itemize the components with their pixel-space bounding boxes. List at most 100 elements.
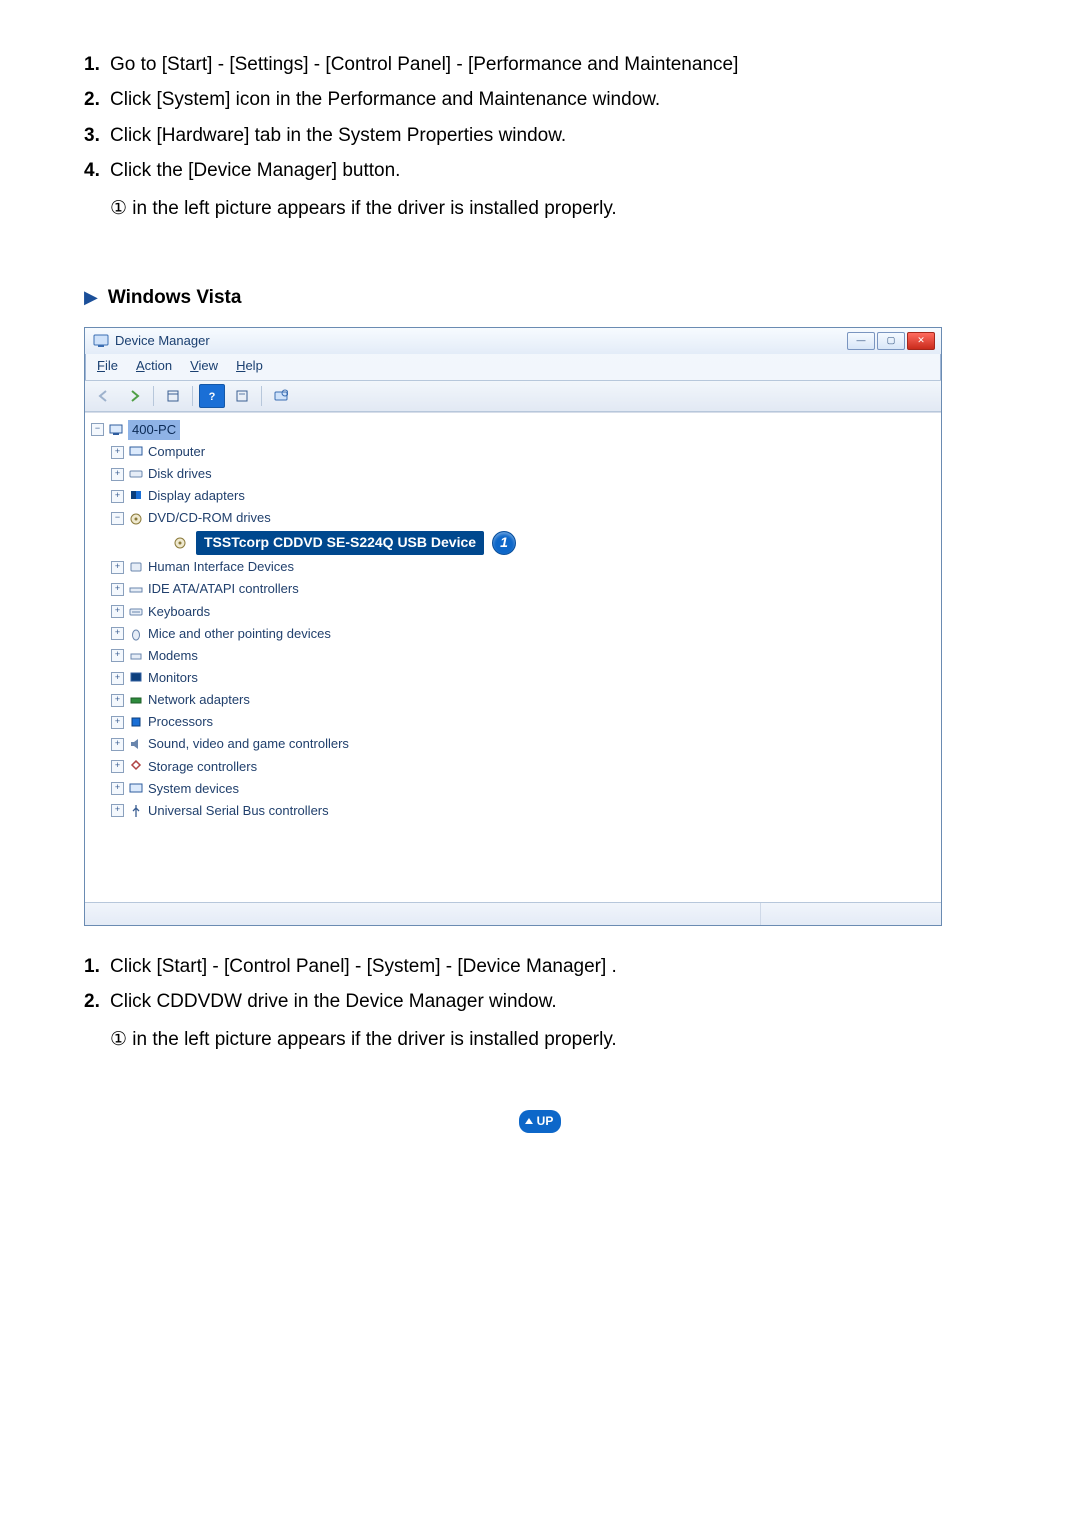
tree-node[interactable]: + Sound, video and game controllers (111, 733, 935, 755)
minimize-button[interactable]: — (847, 332, 875, 350)
expand-icon[interactable]: + (111, 738, 124, 751)
collapse-icon[interactable]: − (111, 512, 124, 525)
expand-icon[interactable]: + (111, 804, 124, 817)
tree-node-label: Storage controllers (148, 757, 257, 777)
maximize-button[interactable]: ▢ (877, 332, 905, 350)
window-title: Device Manager (115, 331, 210, 351)
nav-back-icon[interactable] (91, 384, 117, 408)
expand-icon[interactable]: + (111, 446, 124, 459)
toolbar-help-icon[interactable]: ? (199, 384, 225, 408)
expand-icon[interactable]: + (111, 782, 124, 795)
keyboard-icon (128, 604, 144, 620)
collapse-icon[interactable]: − (91, 423, 104, 436)
system-device-icon (128, 781, 144, 797)
menu-view[interactable]: View (190, 356, 218, 376)
tree-node[interactable]: + Monitors (111, 667, 935, 689)
tree-node-selected[interactable]: TSSTcorp CDDVD SE-S224Q USB Device 1 (151, 530, 935, 557)
tree-node[interactable]: + System devices (111, 778, 935, 800)
step-number: 3. (84, 121, 110, 150)
tree-node[interactable]: + Mice and other pointing devices (111, 623, 935, 645)
tree-node-label: Disk drives (148, 464, 212, 484)
xp-substep: ① in the left picture appears if the dri… (110, 194, 996, 223)
close-button[interactable]: ✕ (907, 332, 935, 350)
tree-node[interactable]: + Network adapters (111, 689, 935, 711)
callout-badge: 1 (492, 531, 516, 555)
xp-steps-list: 1. Go to [Start] - [Settings] - [Control… (84, 50, 996, 186)
app-icon (93, 333, 109, 349)
selected-device-label: TSSTcorp CDDVD SE-S224Q USB Device (196, 531, 484, 556)
expand-icon[interactable]: + (111, 716, 124, 729)
expand-icon[interactable]: + (111, 583, 124, 596)
expand-icon[interactable]: + (111, 468, 124, 481)
tree-node-label: Network adapters (148, 690, 250, 710)
tree-node-label: Computer (148, 442, 205, 462)
section-heading: ▶ Windows Vista (84, 283, 996, 312)
triangle-up-icon (525, 1118, 533, 1124)
tree-node-label: Monitors (148, 668, 198, 688)
tree-node-label: System devices (148, 779, 239, 799)
tree-node[interactable]: + Human Interface Devices (111, 556, 935, 578)
section-title: Windows Vista (108, 283, 242, 312)
step-number: 2. (84, 85, 110, 114)
menu-action[interactable]: Action (136, 356, 172, 376)
disk-icon (128, 466, 144, 482)
step-number: 1. (84, 952, 110, 981)
tree-node-label: Universal Serial Bus controllers (148, 801, 329, 821)
step-number: 1. (84, 50, 110, 79)
tree-node-label: Mice and other pointing devices (148, 624, 331, 644)
tree-node[interactable]: + Display adapters (111, 485, 935, 507)
tree-node[interactable]: + IDE ATA/ATAPI controllers (111, 578, 935, 600)
tree-node-label: Keyboards (148, 602, 210, 622)
step-text: Click CDDVDW drive in the Device Manager… (110, 987, 996, 1016)
ide-icon (128, 582, 144, 598)
menu-file[interactable]: File (97, 356, 118, 376)
display-adapter-icon (128, 488, 144, 504)
toolbar-scan-icon[interactable] (268, 384, 294, 408)
up-button[interactable]: UP (519, 1110, 562, 1133)
sound-icon (128, 736, 144, 752)
expand-icon[interactable]: + (111, 561, 124, 574)
expand-icon[interactable]: + (111, 694, 124, 707)
tree-root[interactable]: − 400-PC (91, 419, 935, 441)
step-text: Click the [Device Manager] button. (110, 156, 996, 185)
toolbar-properties-icon[interactable] (229, 384, 255, 408)
tree-node[interactable]: + Computer (111, 441, 935, 463)
tree-node[interactable]: + Processors (111, 711, 935, 733)
status-bar (85, 902, 941, 925)
tree-node-label: Processors (148, 712, 213, 732)
hid-icon (128, 559, 144, 575)
vista-steps-list: 1. Click [Start] - [Control Panel] - [Sy… (84, 952, 996, 1017)
tree-node[interactable]: + Universal Serial Bus controllers (111, 800, 935, 822)
tree-node[interactable]: + Keyboards (111, 601, 935, 623)
expand-icon[interactable]: + (111, 649, 124, 662)
step-number: 2. (84, 987, 110, 1016)
tree-node[interactable]: + Storage controllers (111, 756, 935, 778)
tree-node-label: Sound, video and game controllers (148, 734, 349, 754)
tree-node-label: Display adapters (148, 486, 245, 506)
expand-icon[interactable]: + (111, 605, 124, 618)
storage-controller-icon (128, 759, 144, 775)
tree-node-label: DVD/CD-ROM drives (148, 508, 271, 528)
processor-icon (128, 714, 144, 730)
expand-icon[interactable]: + (111, 672, 124, 685)
expand-icon[interactable]: + (111, 627, 124, 640)
tree-node[interactable]: + Modems (111, 645, 935, 667)
computer-icon (128, 444, 144, 460)
menu-bar: File Action View Help (85, 354, 941, 381)
expand-icon[interactable]: + (111, 760, 124, 773)
toolbar-view-icon[interactable] (160, 384, 186, 408)
menu-help[interactable]: Help (236, 356, 263, 376)
tree-node[interactable]: − DVD/CD-ROM drives (111, 507, 935, 529)
tree-node[interactable]: + Disk drives (111, 463, 935, 485)
nav-forward-icon[interactable] (121, 384, 147, 408)
tree-node-label: IDE ATA/ATAPI controllers (148, 579, 299, 599)
tree-node-label: Human Interface Devices (148, 557, 294, 577)
tree-root-label: 400-PC (128, 420, 180, 440)
step-number: 4. (84, 156, 110, 185)
device-tree: − 400-PC + Computer + Disk dr (85, 412, 941, 902)
svg-text:?: ? (209, 391, 216, 402)
mouse-icon (128, 626, 144, 642)
expand-icon[interactable]: + (111, 490, 124, 503)
modem-icon (128, 648, 144, 664)
monitor-icon (128, 670, 144, 686)
